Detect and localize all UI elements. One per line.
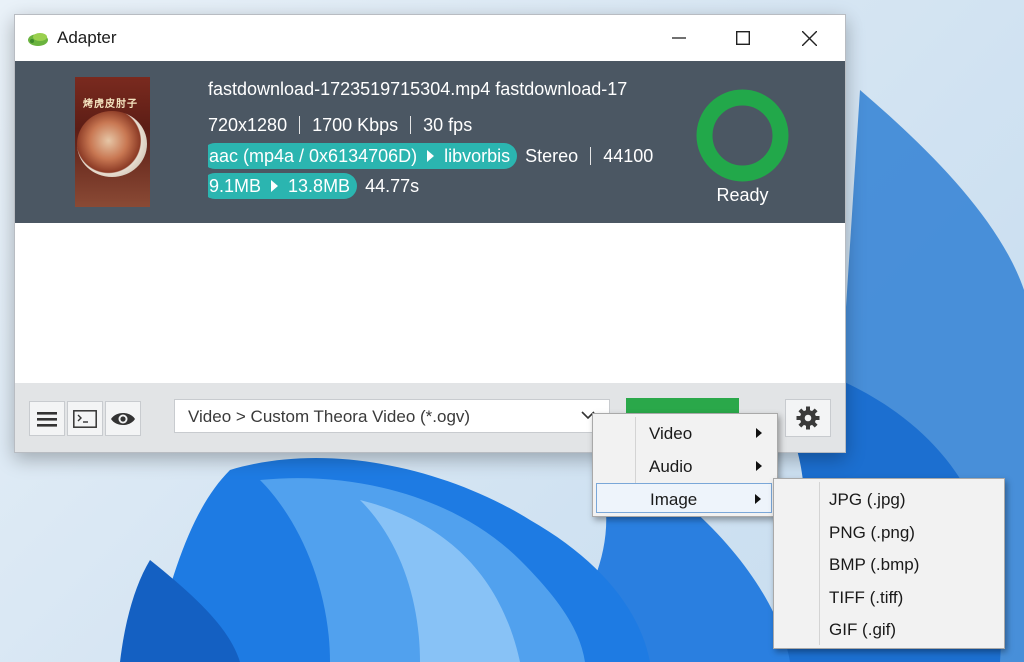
status-label: Ready: [716, 185, 769, 205]
arrow-right-icon: [271, 180, 279, 192]
close-icon: [801, 30, 817, 46]
window-title: Adapter: [57, 28, 117, 47]
video-info-line: 720x1280 1700 Kbps 30 fps: [208, 112, 664, 138]
output-format-value: Video > Custom Theora Video (*.ogv): [188, 407, 471, 426]
submenu-item-jpg[interactable]: JPG (.jpg): [777, 483, 999, 513]
menu-item-audio[interactable]: Audio: [596, 451, 772, 481]
submenu-item-label: JPG (.jpg): [829, 490, 906, 509]
app-window: Adapter 烤虎皮肘子 fastdownload-1723519715304…: [14, 14, 846, 453]
status-ring-icon: [696, 89, 789, 182]
maximize-button[interactable]: [711, 15, 775, 61]
queue-area: [15, 223, 845, 383]
menu-item-label: Audio: [649, 457, 693, 476]
gear-icon: [796, 406, 820, 430]
submenu-item-label: PNG (.png): [829, 523, 915, 542]
submenu-item-bmp[interactable]: BMP (.bmp): [777, 548, 999, 578]
hamburger-icon: [37, 411, 57, 427]
app-logo-icon: [28, 33, 48, 46]
separator: [590, 147, 592, 165]
minimize-icon: [672, 37, 686, 39]
menu-item-image[interactable]: Image: [596, 483, 772, 513]
menu-item-label: Video: [649, 424, 693, 443]
minimize-button[interactable]: [647, 15, 711, 61]
submenu-arrow-icon: [755, 494, 761, 504]
menu-item-video[interactable]: Video: [596, 418, 772, 448]
size-to: 13.8MB: [288, 175, 351, 196]
submenu-item-label: GIF (.gif): [829, 620, 897, 639]
submenu-arrow-icon: [756, 428, 762, 438]
output-format-select[interactable]: Video > Custom Theora Video (*.ogv): [174, 399, 610, 433]
resolution: 720x1280: [208, 114, 288, 135]
terminal-icon: [73, 409, 97, 428]
arrow-right-icon: [427, 150, 435, 162]
frame-rate: 30 fps: [423, 114, 473, 135]
audio-channels: Stereo: [525, 145, 579, 166]
bitrate: 1700 Kbps: [312, 114, 399, 135]
preview-button[interactable]: [105, 401, 141, 436]
size-info-line: 9.1MB 13.8MB 44.77s: [208, 173, 664, 199]
video-thumbnail[interactable]: 烤虎皮肘子: [75, 77, 150, 207]
duration: 44.77s: [365, 175, 420, 196]
file-name: fastdownload-1723519715304.mp4 fastdownl…: [208, 79, 628, 99]
menu-button[interactable]: [29, 401, 65, 436]
close-button[interactable]: [777, 15, 841, 61]
audio-codec-from: aac (mp4a / 0x6134706D): [209, 145, 418, 166]
console-button[interactable]: [67, 401, 103, 436]
maximize-icon: [736, 31, 750, 45]
separator: [410, 116, 412, 134]
audio-info-line: aac (mp4a / 0x6134706D) libvorbis Stereo…: [208, 143, 664, 169]
eye-icon: [111, 412, 135, 425]
submenu-item-label: TIFF (.tiff): [829, 588, 904, 607]
settings-button[interactable]: [785, 399, 831, 437]
submenu-arrow-icon: [756, 461, 762, 471]
size-badge: 9.1MB 13.8MB: [208, 173, 358, 199]
submenu-item-png[interactable]: PNG (.png): [777, 516, 999, 546]
submenu-item-label: BMP (.bmp): [829, 555, 920, 574]
size-from: 9.1MB: [209, 175, 262, 196]
submenu-item-tiff[interactable]: TIFF (.tiff): [777, 581, 999, 611]
file-info-panel: 烤虎皮肘子 fastdownload-1723519715304.mp4 fas…: [15, 61, 845, 223]
menu-item-label: Image: [650, 490, 698, 509]
audio-codec-to: libvorbis: [444, 145, 511, 166]
separator: [299, 116, 301, 134]
submenu-item-gif[interactable]: GIF (.gif): [777, 613, 999, 643]
format-category-menu: Video Audio Image: [592, 413, 778, 517]
thumbnail-caption: 烤虎皮肘子: [83, 99, 138, 110]
audio-codec-badge: aac (mp4a / 0x6134706D) libvorbis: [208, 143, 518, 169]
image-format-submenu: JPG (.jpg) PNG (.png) BMP (.bmp) TIFF (.…: [773, 478, 1005, 649]
sample-rate: 44100: [603, 145, 654, 166]
title-bar: Adapter: [15, 15, 845, 61]
